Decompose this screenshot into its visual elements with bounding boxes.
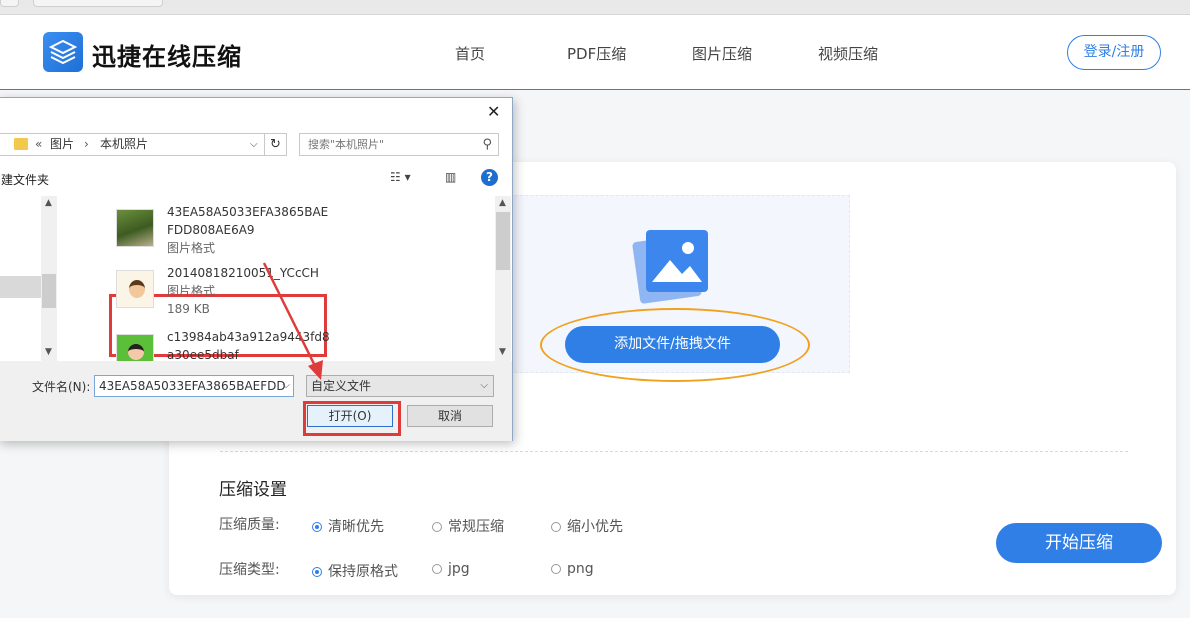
- type-label: 压缩类型:: [219, 562, 280, 578]
- chevron-down-icon: ⌵: [480, 380, 488, 391]
- open-button-highlight: [303, 401, 401, 436]
- brand-name[interactable]: 迅捷在线压缩: [92, 37, 242, 72]
- radio-icon: [551, 522, 561, 532]
- login-register-button[interactable]: 登录/注册: [1067, 35, 1161, 70]
- radio-type-jpg[interactable]: jpg: [432, 561, 470, 577]
- refresh-icon[interactable]: ↻: [265, 133, 287, 156]
- settings-title: 压缩设置: [219, 480, 287, 500]
- browser-tab-strip: [0, 0, 1190, 15]
- close-icon[interactable]: ✕: [487, 102, 500, 121]
- file-list-scrollbar[interactable]: [495, 196, 511, 361]
- site-header: 迅捷在线压缩 首页 PDF压缩 图片压缩 视频压缩 登录/注册: [0, 15, 1190, 90]
- scroll-up-icon[interactable]: ▲: [499, 198, 506, 208]
- cancel-button[interactable]: 取消: [407, 405, 493, 427]
- chevron-right-icon: ›: [84, 137, 89, 151]
- image-thumbnail: [116, 334, 154, 361]
- radio-type-png[interactable]: png: [551, 561, 594, 577]
- filename-label: 文件名(N):: [32, 380, 91, 394]
- radio-icon: [432, 522, 442, 532]
- new-folder-button[interactable]: 建文件夹: [1, 171, 49, 188]
- file-item[interactable]: c13984ab43a912a9443fd8 a30ee5dbaf: [112, 328, 492, 361]
- image-thumbnail: [116, 270, 154, 308]
- logo-icon[interactable]: [43, 32, 83, 72]
- scroll-down-icon[interactable]: ▼: [45, 347, 52, 357]
- chevron-down-icon[interactable]: ⌵: [282, 376, 290, 396]
- preview-pane-icon[interactable]: ▥: [445, 170, 456, 184]
- help-icon[interactable]: ?: [481, 169, 498, 186]
- nav-pane-selected-item[interactable]: [0, 276, 41, 298]
- folder-icon: [14, 138, 28, 150]
- filetype-select[interactable]: 自定义文件 ⌵: [306, 375, 494, 397]
- nav-image-compress[interactable]: 图片压缩: [692, 43, 752, 64]
- highlight-ellipse: [540, 308, 810, 382]
- nav-pdf-compress[interactable]: PDF压缩: [567, 43, 626, 64]
- open-file-dialog: ✕ « 图片 › 本机照片 ⌵ ↻ 搜索"本机照片" ⚲ 建文件夹 ☷ ▾ ▥ …: [0, 97, 513, 441]
- breadcrumb-item[interactable]: 本机照片: [100, 134, 148, 155]
- scroll-down-icon[interactable]: ▼: [499, 347, 506, 357]
- start-compress-button[interactable]: 开始压缩: [996, 523, 1162, 563]
- divider: [220, 451, 1128, 452]
- filename-input[interactable]: 43EA58A5033EFA3865BAEFDD ⌵: [94, 375, 294, 397]
- nav-video-compress[interactable]: 视频压缩: [818, 43, 878, 64]
- address-bar[interactable]: « 图片 › 本机照片 ⌵: [0, 133, 265, 156]
- radio-type-original[interactable]: 保持原格式: [312, 561, 398, 581]
- breadcrumb-item[interactable]: 图片: [50, 134, 74, 155]
- radio-icon: [551, 564, 561, 574]
- chevron-down-icon[interactable]: ⌵: [250, 134, 258, 155]
- radio-icon: [432, 564, 442, 574]
- view-options-icon[interactable]: ☷ ▾: [390, 170, 411, 184]
- search-icon: ⚲: [482, 137, 492, 152]
- radio-quality-small[interactable]: 缩小优先: [551, 516, 623, 536]
- dialog-footer: [0, 361, 512, 441]
- radio-quality-normal[interactable]: 常规压缩: [432, 516, 504, 536]
- browser-tab[interactable]: [0, 0, 19, 7]
- nav-scrollbar[interactable]: [41, 196, 57, 361]
- radio-selected-icon: [312, 522, 322, 532]
- radio-quality-clear[interactable]: 清晰优先: [312, 516, 384, 536]
- radio-selected-icon: [312, 567, 322, 577]
- scroll-up-icon[interactable]: ▲: [45, 198, 52, 208]
- nav-home[interactable]: 首页: [455, 43, 485, 64]
- search-input[interactable]: 搜索"本机照片" ⚲: [299, 133, 499, 156]
- image-upload-icon: [632, 230, 708, 304]
- quality-label: 压缩质量:: [219, 517, 280, 533]
- browser-tab[interactable]: [33, 0, 163, 7]
- image-thumbnail: [116, 209, 154, 247]
